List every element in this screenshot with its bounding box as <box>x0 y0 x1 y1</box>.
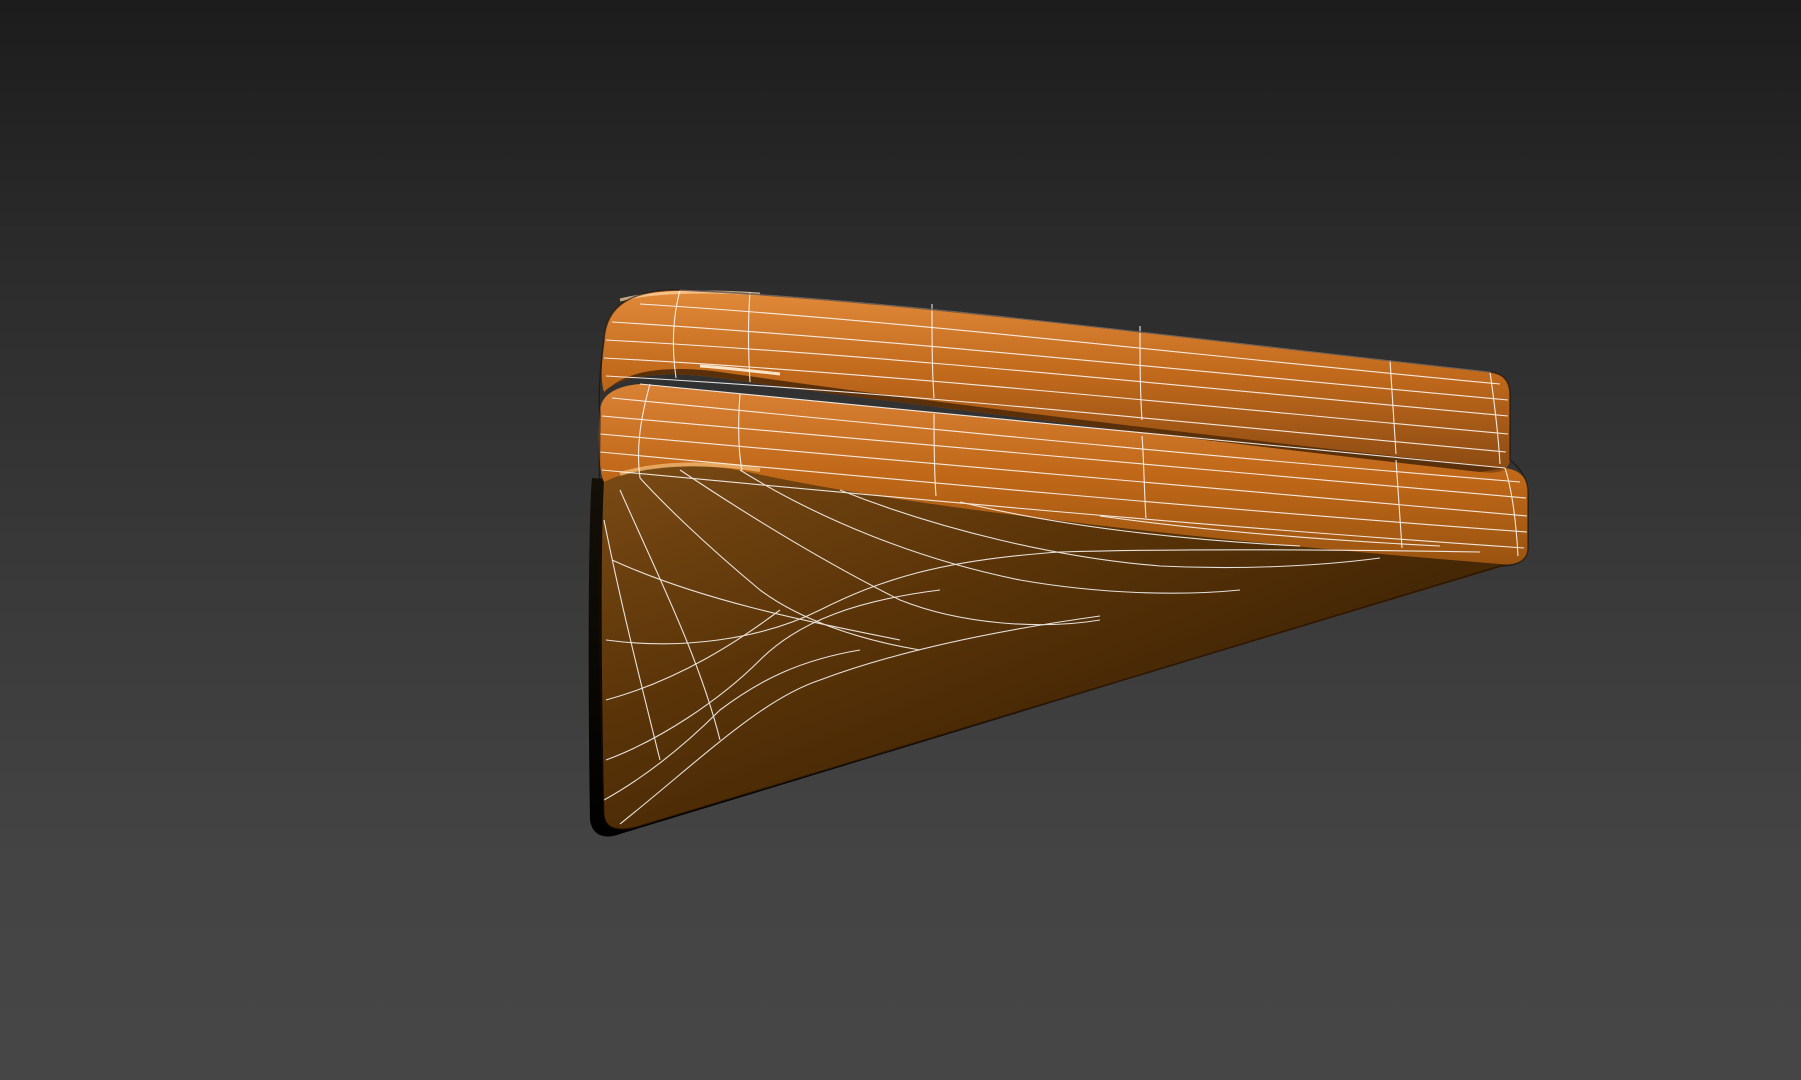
3d-viewport[interactable] <box>0 0 1801 1080</box>
mesh-render[interactable] <box>0 0 1801 1080</box>
